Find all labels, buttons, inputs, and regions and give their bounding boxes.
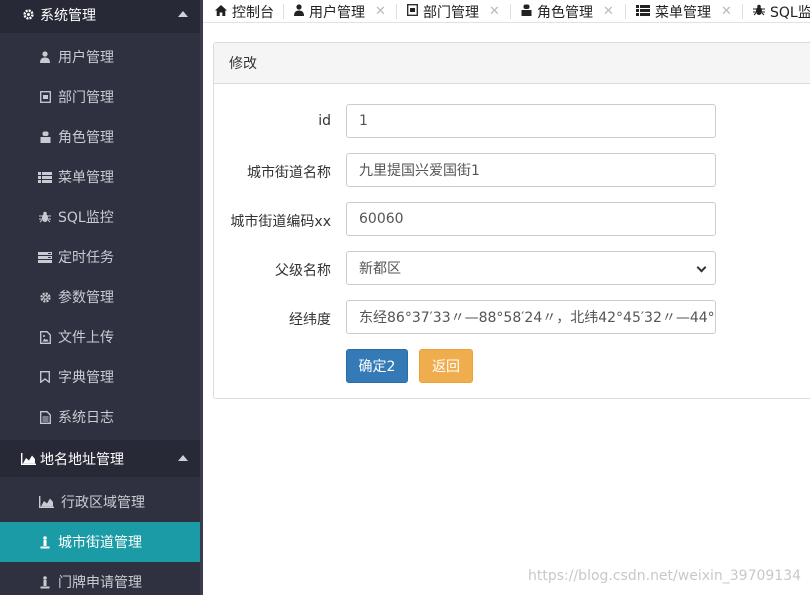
panel-title: 修改 — [214, 43, 810, 84]
menu-list-icon — [38, 171, 52, 183]
caret-up-icon — [178, 455, 188, 461]
role-icon — [38, 131, 52, 143]
tab-menus[interactable]: 菜单管理 ✕ — [636, 0, 732, 22]
tab-label: 部门管理 — [423, 4, 479, 21]
cog-icon — [38, 291, 52, 304]
street-icon — [38, 535, 52, 549]
tab-departments[interactable]: 部门管理 ✕ — [407, 0, 500, 22]
bug-icon — [38, 211, 52, 223]
field-label-coordinates: 经纬度 — [289, 312, 331, 328]
sidebar-item-label: SQL监控 — [58, 210, 114, 226]
file-image-icon — [38, 330, 52, 344]
task-icon — [38, 251, 52, 263]
sidebar-item-menus[interactable]: 菜单管理 — [0, 157, 200, 197]
sidebar-item-door-plate[interactable]: 门牌申请管理 — [0, 562, 200, 595]
sidebar-item-departments[interactable]: 部门管理 — [0, 77, 200, 117]
department-icon — [38, 91, 52, 103]
street-name-input[interactable]: 九里提国兴爱国街1 — [346, 153, 716, 187]
area-chart-icon — [20, 452, 36, 465]
sidebar-item-label: 文件上传 — [58, 330, 114, 346]
sidebar-edge — [200, 0, 203, 595]
sidebar-item-dictionary[interactable]: 字典管理 — [0, 357, 200, 397]
bug-icon — [753, 4, 765, 19]
file-text-icon — [38, 410, 52, 424]
sidebar-item-label: 城市街道管理 — [58, 535, 142, 551]
user-icon — [38, 51, 52, 63]
tab-bar: 控制台 用户管理 ✕ 部门管理 ✕ 角色管理 ✕ 菜单管理 ✕ SQL监 — [203, 0, 810, 23]
tab-label: 控制台 — [232, 4, 274, 21]
sidebar-item-users[interactable]: 用户管理 — [0, 37, 200, 77]
menu-list-icon — [636, 4, 650, 19]
tab-console[interactable]: 控制台 — [215, 0, 274, 22]
confirm-button[interactable]: 确定2 — [346, 349, 408, 383]
caret-up-icon — [178, 11, 188, 17]
sidebar-item-system-log[interactable]: 系统日志 — [0, 397, 200, 437]
area-chart-icon — [38, 496, 55, 508]
tab-divider — [742, 4, 743, 19]
sidebar-item-label: 菜单管理 — [58, 170, 114, 186]
sidebar-item-label: 系统日志 — [58, 410, 114, 426]
field-label-street-code: 城市街道编码xx — [230, 214, 331, 230]
sidebar-item-label: 参数管理 — [58, 290, 114, 306]
tab-divider — [396, 4, 397, 19]
sidebar-item-roles[interactable]: 角色管理 — [0, 117, 200, 157]
user-icon — [294, 4, 304, 19]
sidebar-item-admin-regions[interactable]: 行政区域管理 — [0, 482, 200, 522]
field-label-parent-name: 父级名称 — [275, 263, 331, 279]
street-icon — [38, 575, 52, 589]
sidebar-group-address[interactable]: 地名地址管理 — [0, 440, 200, 477]
sidebar-item-label: 行政区域管理 — [61, 495, 145, 511]
tab-label: 用户管理 — [309, 4, 365, 21]
home-icon — [215, 4, 227, 19]
tab-divider — [625, 4, 626, 19]
watermark: https://blog.csdn.net/weixin_39709134 — [528, 568, 802, 584]
sidebar-item-file-upload[interactable]: 文件上传 — [0, 317, 200, 357]
sidebar-group-label: 地名地址管理 — [40, 451, 124, 468]
close-icon[interactable]: ✕ — [375, 4, 386, 19]
close-icon[interactable]: ✕ — [603, 4, 614, 19]
street-code-input[interactable]: 60060 — [346, 202, 716, 236]
sidebar-item-label: 定时任务 — [58, 250, 114, 266]
sidebar-item-label: 角色管理 — [58, 130, 114, 146]
sidebar-group-system[interactable]: 系统管理 — [0, 0, 200, 33]
tab-label: 菜单管理 — [655, 4, 711, 21]
coordinates-input[interactable]: 东经86°37′33〃—88°58′24〃，北纬42°45′32〃—44°08′ — [346, 300, 716, 334]
select-value: 新都区 — [359, 261, 401, 277]
sidebar-item-label: 用户管理 — [58, 50, 114, 66]
sidebar-item-parameters[interactable]: 参数管理 — [0, 277, 200, 317]
tab-label: SQL监 — [770, 4, 810, 21]
tab-roles[interactable]: 角色管理 ✕ — [521, 0, 614, 22]
tab-divider — [283, 4, 284, 19]
close-icon[interactable]: ✕ — [489, 4, 500, 19]
chevron-down-icon — [696, 262, 707, 273]
back-button[interactable]: 返回 — [419, 349, 473, 383]
close-icon[interactable]: ✕ — [721, 4, 732, 19]
tab-sql-monitor[interactable]: SQL监 — [753, 0, 810, 22]
role-icon — [521, 4, 532, 19]
tab-label: 角色管理 — [537, 4, 593, 21]
field-label-street-name: 城市街道名称 — [247, 165, 331, 181]
sidebar-item-city-streets[interactable]: 城市街道管理 — [0, 522, 200, 562]
sidebar-item-label: 门牌申请管理 — [58, 575, 142, 591]
sidebar-item-label: 部门管理 — [58, 90, 114, 106]
id-input[interactable]: 1 — [346, 104, 716, 138]
bookmark-icon — [38, 371, 52, 383]
tab-divider — [510, 4, 511, 19]
sidebar-item-label: 字典管理 — [58, 370, 114, 386]
department-icon — [407, 4, 418, 19]
parent-name-select[interactable]: 新都区 — [346, 251, 716, 285]
gear-icon — [20, 8, 36, 21]
sidebar-item-sql-monitor[interactable]: SQL监控 — [0, 197, 200, 237]
tab-users[interactable]: 用户管理 ✕ — [294, 0, 386, 22]
sidebar: 系统管理 用户管理 部门管理 角色管理 菜单管理 SQL监控 定时任务 参数管理… — [0, 0, 200, 595]
sidebar-group-label: 系统管理 — [40, 7, 96, 24]
field-label-id: id — [318, 113, 331, 129]
sidebar-item-scheduled-tasks[interactable]: 定时任务 — [0, 237, 200, 277]
